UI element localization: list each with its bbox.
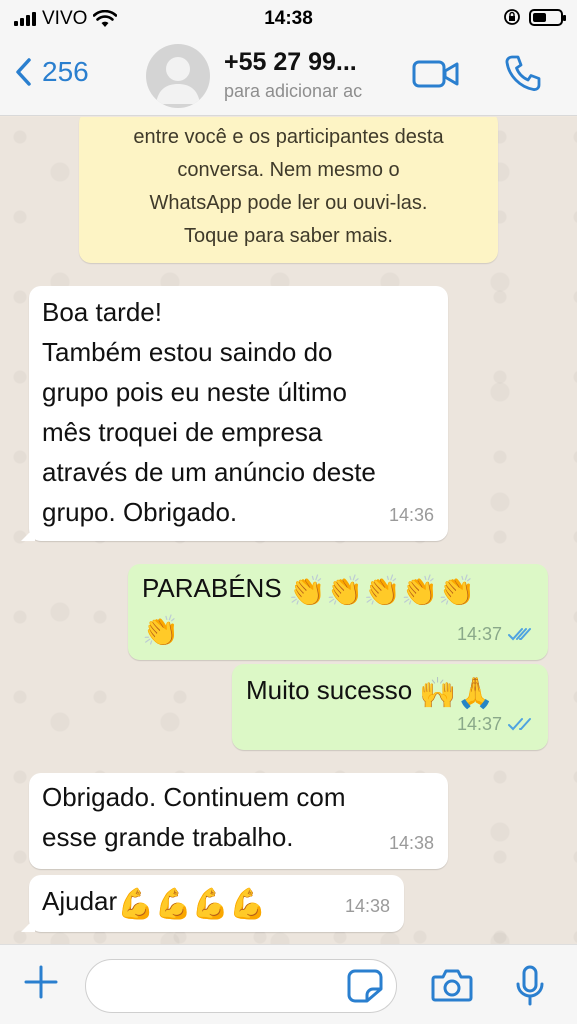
message-text: Ajudar [42, 886, 118, 916]
message-meta: 14:37 [457, 704, 534, 744]
sticker-icon [347, 969, 383, 1003]
message-line: PARABÉNS 👏👏👏👏👏 [142, 568, 534, 608]
back-count: 256 [42, 56, 89, 87]
message-line: mês troquei de empresa [42, 417, 323, 447]
message-meta: 14:37 [457, 614, 534, 654]
microphone-button[interactable] [514, 965, 546, 1012]
avatar[interactable] [146, 44, 210, 108]
contact-subtitle: para adicionar ac [224, 81, 363, 101]
message-line: esse grande trabalho. [42, 822, 294, 852]
message-incoming[interactable]: Obrigado. Continuem com esse grande trab… [29, 773, 448, 869]
message-text: PARABÉNS [142, 573, 282, 603]
notice-line: conversa. Nem mesmo o [177, 159, 400, 181]
contact-name: +55 27 99... [224, 48, 357, 76]
chevron-left-icon [16, 58, 31, 86]
message-line: grupo. Obrigado. [42, 497, 238, 527]
message-outgoing[interactable]: PARABÉNS 👏👏👏👏👏 👏 14:37 [128, 564, 548, 660]
battery-icon [529, 8, 566, 26]
clapping-hands-emoji: 👏 [142, 615, 180, 648]
attach-button[interactable] [22, 963, 60, 1006]
camera-button[interactable] [431, 967, 473, 1008]
camera-icon [431, 969, 473, 1002]
battery-level [533, 12, 546, 22]
message-time: 14:38 [388, 833, 434, 853]
message-meta: 14:38 [345, 886, 390, 926]
person-silhouette-icon [156, 57, 200, 104]
microphone-icon [516, 965, 544, 1006]
message-meta: 14:36 [389, 495, 434, 535]
message-line: grupo pois eu neste último [42, 377, 347, 407]
notice-line: entre você e os participantes desta [133, 126, 444, 148]
notice-line: WhatsApp pode ler ou ouvi-las. [149, 192, 428, 214]
message-line: Também estou saindo do [42, 337, 333, 367]
message-meta: 14:38 [389, 823, 434, 863]
message-line: através de um anúncio deste [42, 457, 376, 487]
plus-icon [24, 965, 58, 999]
message-line: Boa tarde! [42, 297, 162, 327]
message-outgoing[interactable]: Muito sucesso 🙌🙏 14:37 [232, 664, 548, 750]
phone-icon [505, 55, 541, 91]
message-time: 14:37 [456, 624, 502, 644]
bubble-tail [21, 918, 35, 932]
double-check-read-icon [508, 628, 531, 641]
clapping-hands-emoji: 👏👏👏👏👏 [288, 575, 476, 608]
orientation-lock-icon [504, 9, 520, 25]
status-time: 14:38 [264, 8, 313, 29]
video-call-button[interactable] [412, 58, 460, 95]
status-right-group [503, 8, 566, 26]
double-check-read-icon [508, 718, 531, 731]
chat-area[interactable]: entre você e os participantes desta conv… [0, 117, 577, 944]
sticker-button[interactable] [347, 969, 383, 1008]
notice-line: Toque para saber mais. [183, 225, 393, 247]
back-button[interactable]: 256 [14, 56, 89, 88]
message-time: 14:38 [344, 896, 390, 916]
message-line: Obrigado. Continuem com [42, 782, 346, 812]
message-incoming[interactable]: Boa tarde! Também estou saindo do grupo … [21, 286, 448, 541]
message-text: Muito sucesso [246, 675, 413, 705]
message-time: 14:36 [388, 505, 434, 525]
status-bar: VIVO 14:38 [0, 0, 577, 38]
message-time: 14:37 [456, 714, 502, 734]
encryption-notice[interactable]: entre você e os participantes desta conv… [79, 117, 498, 263]
chat-header: 256 +55 27 99... para adicionar ac [0, 38, 577, 116]
video-camera-icon [412, 60, 459, 88]
bubble-tail [21, 527, 35, 541]
message-line: Ajudar💪💪💪💪 [42, 881, 390, 921]
message-incoming[interactable]: Ajudar💪💪💪💪 14:38 [21, 875, 404, 932]
contact-info[interactable]: +55 27 99... para adicionar ac [224, 48, 400, 102]
flexed-biceps-emoji: 💪💪💪💪 [117, 888, 267, 921]
input-bar [0, 944, 577, 1024]
voice-call-button[interactable] [504, 54, 542, 99]
